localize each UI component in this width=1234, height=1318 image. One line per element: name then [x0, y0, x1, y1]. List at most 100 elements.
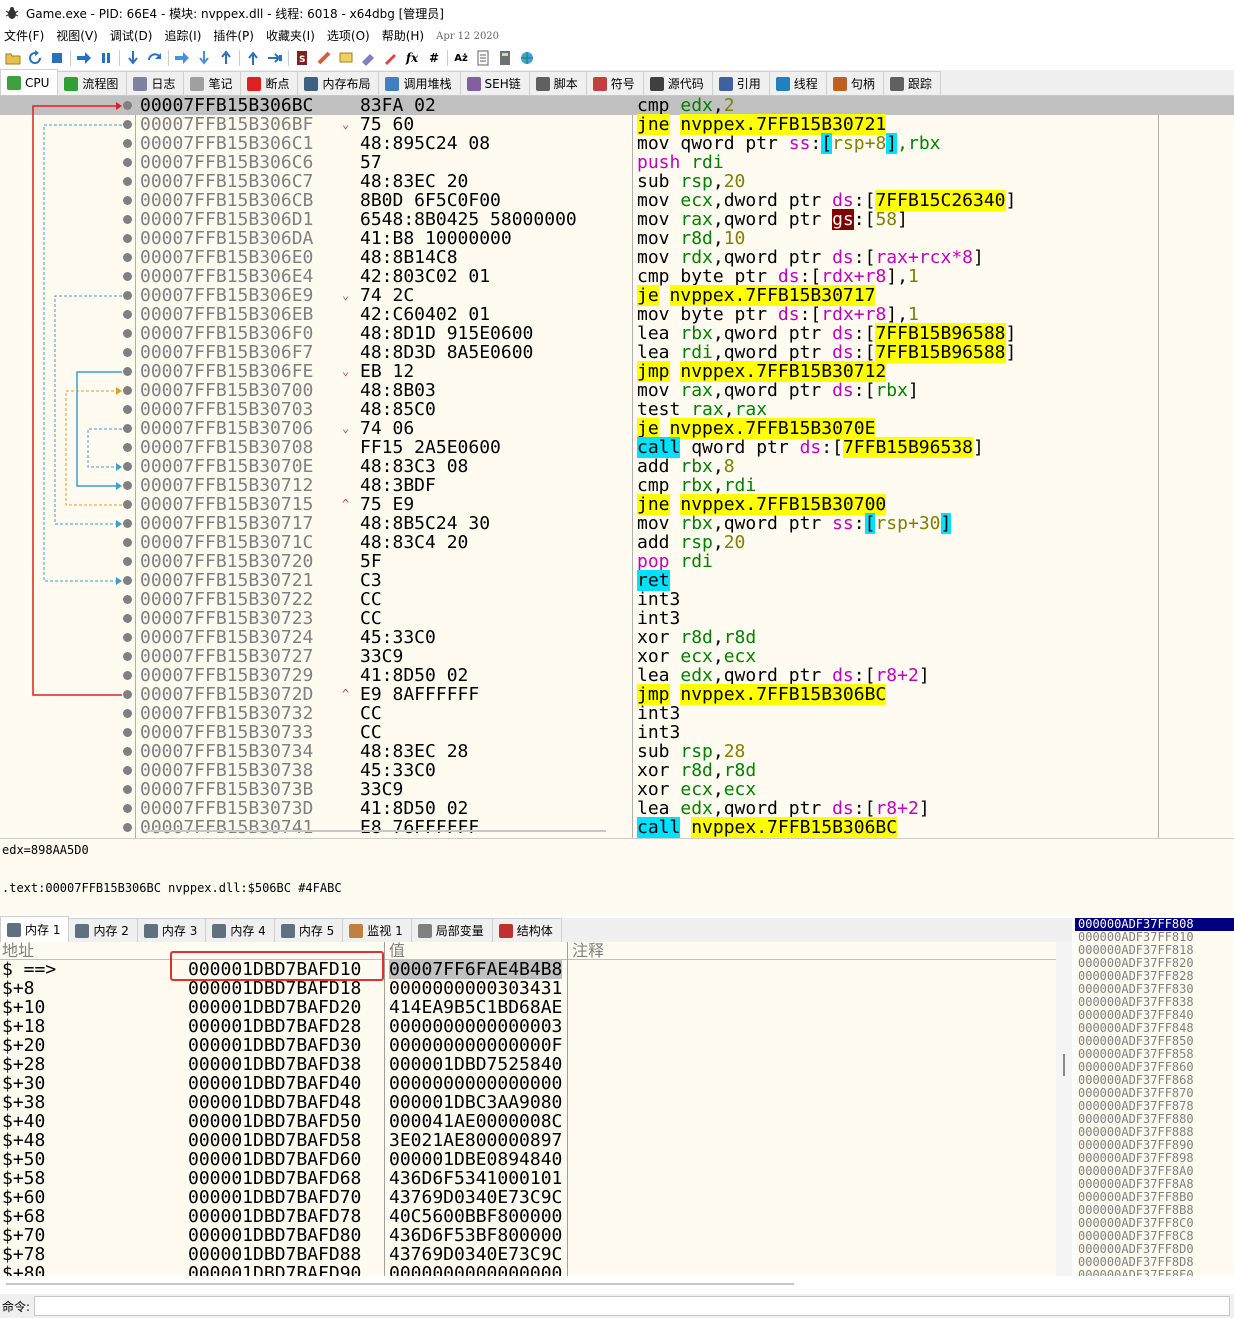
stop-icon[interactable]	[46, 48, 68, 68]
disasm-row[interactable]: 00007FFB15B30721 C3 ret	[0, 570, 1234, 591]
disasm-row[interactable]: 00007FFB15B306D1 6548:8B0425 58000000 mov …	[0, 209, 1234, 230]
disasm-row[interactable]: 00007FFB15B30700 48:8B03 mov rax,qword ptr…	[0, 381, 1234, 400]
tab-memory-map[interactable]: 内存布局	[297, 71, 380, 95]
open-icon[interactable]	[2, 48, 24, 68]
disasm-row[interactable]: 00007FFB15B3071C 48:83C4 20 add rsp,20	[0, 533, 1234, 552]
tab-callstack[interactable]: 调用堆栈	[378, 71, 461, 95]
dump-row[interactable]: $ ==> 000001DBD7BAFD10 00007FF6FAE4B4B8	[0, 960, 1066, 979]
dump-row[interactable]: $+38 000001DBD7BAFD48 000001DBC3AA9080	[0, 1093, 1066, 1112]
disasm-row[interactable]: 00007FFB15B306E9 ⌄ 74 2C je nvppex.7FFB15B3…	[0, 285, 1234, 306]
document-icon[interactable]	[472, 48, 494, 68]
tab-graph[interactable]: 流程图	[57, 71, 128, 95]
tab-log[interactable]: 日志	[126, 71, 185, 95]
disasm-row[interactable]: 00007FFB15B306C1 48:895C24 08 mov qword pt…	[0, 133, 1234, 154]
trace-into-icon[interactable]	[171, 48, 193, 68]
disasm-row[interactable]: 00007FFB15B306DA 41:B8 10000000 mov r8d,10	[0, 229, 1234, 248]
menu-item-7[interactable]: 帮助(H)	[378, 26, 432, 46]
disasm-row[interactable]: 00007FFB15B30734 48:83EC 28 sub rsp,28	[0, 742, 1234, 761]
disasm-row[interactable]: 00007FFB15B30723 CC int3	[0, 609, 1234, 628]
run-icon[interactable]	[73, 48, 95, 68]
tab-references[interactable]: 引用	[711, 71, 770, 95]
dump-row[interactable]: $+48 000001DBD7BAFD58 3E021AE800000897	[0, 1131, 1066, 1150]
dump-row[interactable]: $+78 000001DBD7BAFD88 43769D0340E73C9C	[0, 1245, 1066, 1264]
disasm-horizontal-scrollbar[interactable]	[140, 824, 1230, 838]
disasm-row[interactable]: 00007FFB15B3073D 41:8D50 02 lea edx,qword …	[0, 799, 1234, 818]
restart-icon[interactable]	[24, 48, 46, 68]
menu-item-3[interactable]: 追踪(I)	[160, 26, 209, 46]
disasm-row[interactable]: 00007FFB15B30708 FF15 2A5E0600 call qword …	[0, 437, 1234, 458]
menu-item-4[interactable]: 插件(P)	[209, 26, 262, 46]
disasm-row[interactable]: 00007FFB15B306F7 48:8D3D 8A5E0600 lea rdi,…	[0, 342, 1234, 363]
comments-icon[interactable]	[335, 48, 357, 68]
disasm-row[interactable]: 00007FFB15B306FE ⌄ EB 12 jmp nvppex.7FFB15B…	[0, 361, 1234, 382]
tab-memory[interactable]: 内存 2	[68, 918, 138, 942]
tab-threads[interactable]: 线程	[768, 71, 827, 95]
command-input[interactable]	[34, 1296, 1230, 1316]
tab-memory[interactable]: 内存 5	[273, 918, 344, 942]
disasm-row[interactable]: 00007FFB15B306F0 48:8D1D 915E0600 lea rbx,…	[0, 323, 1234, 344]
tab-memory[interactable]: 内存 3	[136, 918, 207, 942]
disasm-row[interactable]: 00007FFB15B306E0 48:8B14C8 mov rdx,qword p…	[0, 248, 1234, 267]
disasm-row[interactable]: 00007FFB15B30724 45:33C0 xor r8d,r8d	[0, 628, 1234, 647]
disasm-row[interactable]: 00007FFB15B30733 CC int3	[0, 723, 1234, 742]
disasm-row[interactable]: 00007FFB15B30722 CC int3	[0, 590, 1234, 609]
animate-icon[interactable]	[264, 48, 286, 68]
menu-item-1[interactable]: 视图(V)	[52, 26, 106, 46]
disasm-row[interactable]: 00007FFB15B306E4 42:803C02 01 cmp byte ptr…	[0, 267, 1234, 286]
globe-icon[interactable]	[516, 48, 538, 68]
pause-icon[interactable]	[95, 48, 117, 68]
tab-symbol[interactable]: 符号	[585, 71, 644, 95]
stack-view[interactable]: 000000ADF37FF808 000000ADF37FF810 000000AD…	[1075, 918, 1234, 1276]
tab-struct[interactable]: 结构体	[491, 918, 562, 942]
dump-row[interactable]: $+8 000001DBD7BAFD18 0000000000303431	[0, 979, 1066, 998]
disasm-row[interactable]: 00007FFB15B30732 CC int3	[0, 704, 1234, 723]
run-to-user-icon[interactable]	[215, 48, 237, 68]
tab-seh[interactable]: SEH链	[459, 71, 530, 95]
dump-vertical-scrollbar[interactable]	[1056, 942, 1072, 1276]
strings-icon[interactable]: Aż	[450, 48, 472, 68]
tab-memory[interactable]: 内存 1	[0, 916, 70, 942]
menu-item-2[interactable]: 调试(D)	[106, 26, 161, 46]
disasm-row[interactable]: 00007FFB15B3070E 48:83C3 08 add rbx,8	[0, 457, 1234, 476]
dump-row[interactable]: $+80 000001DBD7BAFD90 0000000000000000	[0, 1264, 1066, 1276]
memory-dump-view[interactable]: 地址 值 注释 $ ==> 000001DBD7BAFD10 00007FF6FAE…	[0, 942, 1066, 1276]
disasm-row[interactable]: 00007FFB15B3072D ^ E9 8AFFFFFF jmp nvppex.7…	[0, 684, 1234, 705]
hash-icon[interactable]: #	[423, 48, 445, 68]
scylla-icon[interactable]: S	[291, 48, 313, 68]
dump-row[interactable]: $+70 000001DBD7BAFD80 436D6F53BF800000	[0, 1226, 1066, 1245]
disasm-row[interactable]: 00007FFB15B306BF ⌄ 75 60 jne nvppex.7FFB15B…	[0, 114, 1234, 135]
dump-row[interactable]: $+60 000001DBD7BAFD70 43769D0340E73C9C	[0, 1188, 1066, 1207]
trace-over-icon[interactable]	[193, 48, 215, 68]
step-into-icon[interactable]	[122, 48, 144, 68]
stack-row[interactable]: 000000ADF37FF8E0	[1078, 1269, 1234, 1277]
disasm-row[interactable]: 00007FFB15B30729 41:8D50 02 lea edx,qword …	[0, 666, 1234, 685]
tab-locals[interactable]: 局部变量	[410, 918, 493, 942]
tab-trace[interactable]: 跟踪	[882, 71, 941, 95]
disasm-row[interactable]: 00007FFB15B306CB 8B0D 6F5C0F00 mov ecx,dwo…	[0, 190, 1234, 211]
calculator-icon[interactable]	[494, 48, 516, 68]
labels-icon[interactable]	[357, 48, 379, 68]
tab-source[interactable]: 源代码	[642, 71, 713, 95]
tab-script[interactable]: 脚本	[528, 71, 587, 95]
menu-item-0[interactable]: 文件(F)	[0, 26, 52, 46]
tab-breakpoint[interactable]: 断点	[240, 71, 299, 95]
menu-item-5[interactable]: 收藏夹(I)	[262, 26, 323, 46]
dump-row[interactable]: $+40 000001DBD7BAFD50 000041AE0000008C	[0, 1112, 1066, 1131]
disasm-row[interactable]: 00007FFB15B30703 48:85C0 test rax,rax	[0, 400, 1234, 419]
bookmarks-icon[interactable]	[379, 48, 401, 68]
disasm-row[interactable]: 00007FFB15B306EB 42:C60402 01 mov byte ptr…	[0, 305, 1234, 324]
tab-handles[interactable]: 句柄	[825, 71, 884, 95]
tab-cpu[interactable]: CPU	[0, 69, 59, 95]
dump-row[interactable]: $+20 000001DBD7BAFD30 000000000000000F	[0, 1036, 1066, 1055]
dump-row[interactable]: $+50 000001DBD7BAFD60 000001DBE0894840	[0, 1150, 1066, 1169]
tab-watch[interactable]: 监视 1	[342, 918, 412, 942]
dump-row[interactable]: $+10 000001DBD7BAFD20 414EA9B5C1BD68AE	[0, 998, 1066, 1017]
dump-row[interactable]: $+18 000001DBD7BAFD28 0000000000000003	[0, 1017, 1066, 1036]
disassembly-view[interactable]: 00007FFB15B306BC 83FA 02 cmp edx,2 00007FFB…	[0, 96, 1234, 838]
disasm-row[interactable]: 00007FFB15B30727 33C9 xor ecx,ecx	[0, 647, 1234, 666]
disasm-row[interactable]: 00007FFB15B30720 5F pop rdi	[0, 552, 1234, 571]
functions-icon[interactable]: fx	[401, 48, 423, 68]
disasm-row[interactable]: 00007FFB15B306BC 83FA 02 cmp edx,2	[0, 96, 1234, 115]
disasm-row[interactable]: 00007FFB15B30706 ⌄ 74 06 je nvppex.7FFB15B3…	[0, 418, 1234, 439]
dump-horizontal-scrollbar[interactable]	[0, 1276, 1072, 1290]
